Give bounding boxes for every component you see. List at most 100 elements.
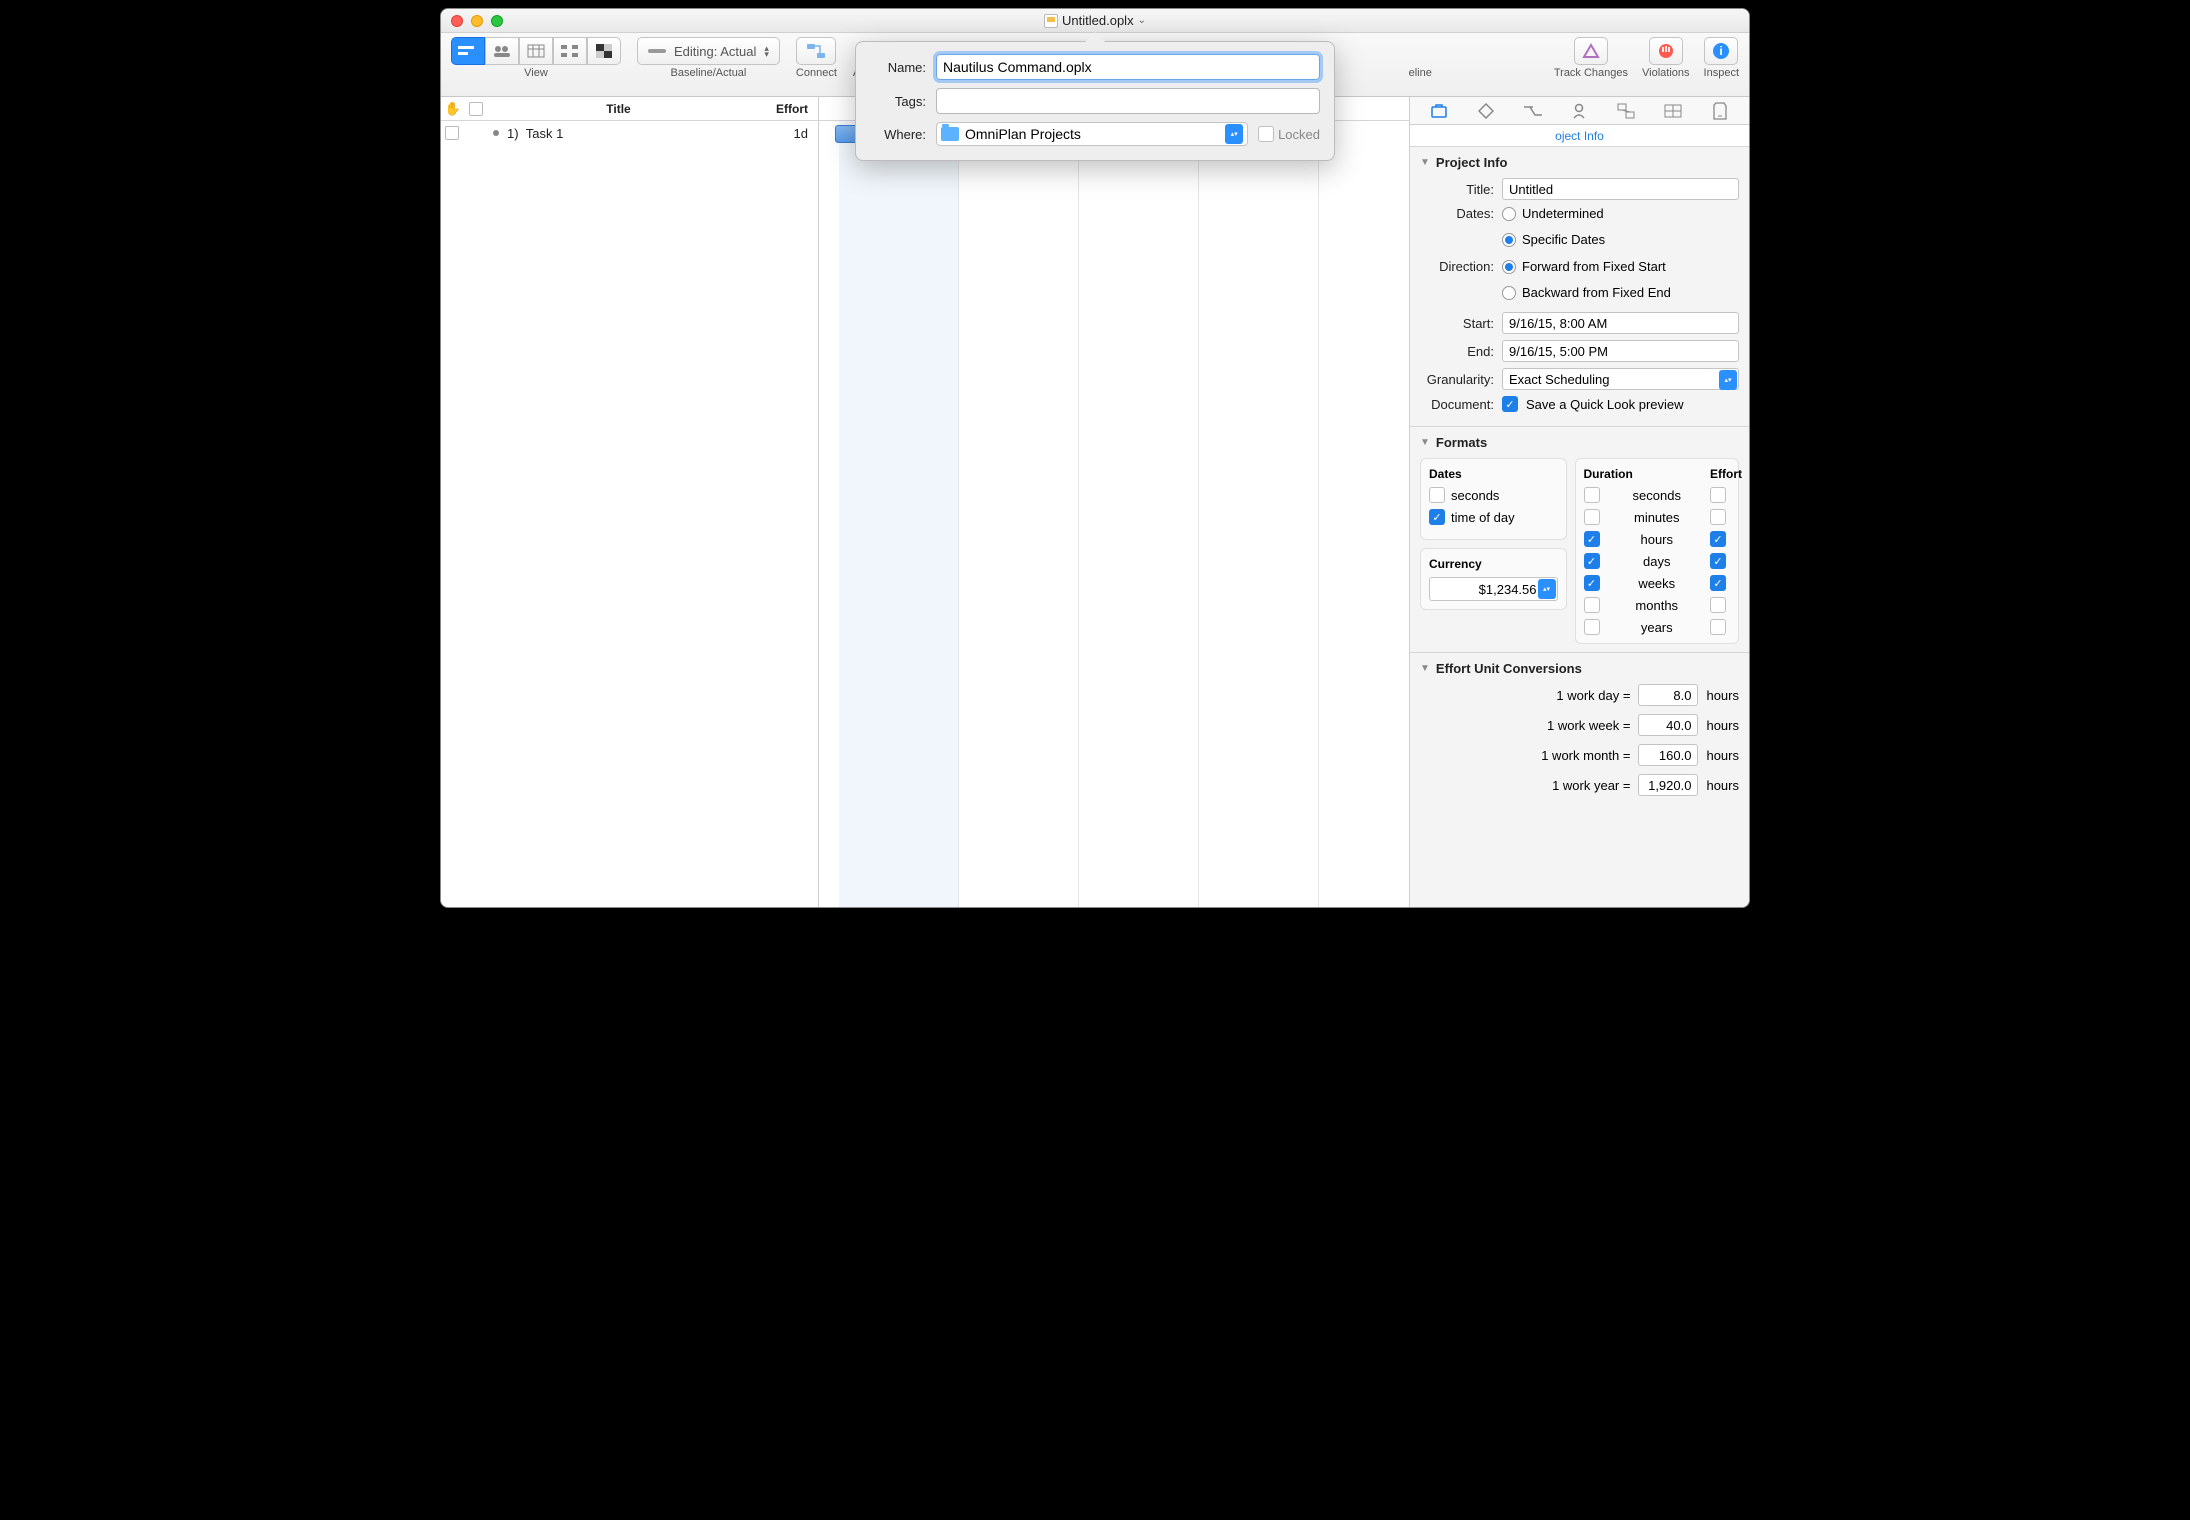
inspect-label: Inspect (1704, 67, 1739, 79)
duration-months-checkbox[interactable]: ✓ (1584, 597, 1600, 613)
duration-weeks-checkbox[interactable]: ✓ (1584, 575, 1600, 591)
section-title-formats: Formats (1436, 435, 1487, 450)
popover-where-label: Where: (870, 127, 926, 142)
disclosure-icon[interactable]: ▼ (1420, 437, 1430, 448)
effort-seconds-checkbox[interactable]: ✓ (1710, 487, 1726, 503)
view-styles-button[interactable] (587, 37, 621, 65)
direction-backward-radio[interactable] (1502, 286, 1516, 300)
duration-hours-checkbox[interactable]: ✓ (1584, 531, 1600, 547)
granularity-label: Granularity: (1420, 372, 1494, 387)
effort-days-checkbox[interactable]: ✓ (1710, 553, 1726, 569)
svg-text:i: i (1720, 44, 1723, 58)
drag-handle-icon[interactable]: ✋ (441, 101, 465, 117)
zoom-window-button[interactable] (491, 15, 503, 27)
duration-minutes-checkbox[interactable]: ✓ (1584, 509, 1600, 525)
unit-label: minutes (1612, 510, 1703, 525)
violations-button[interactable] (1649, 37, 1683, 65)
effort-hours-checkbox[interactable]: ✓ (1710, 531, 1726, 547)
dates-seconds-checkbox[interactable]: ✓ (1429, 487, 1445, 503)
dates-undetermined-radio[interactable] (1502, 207, 1516, 221)
folder-icon (941, 127, 959, 141)
project-title-input[interactable] (1502, 178, 1739, 200)
disclosure-icon[interactable]: ▼ (1420, 157, 1430, 168)
inspector-tab-attachment-icon[interactable] (1706, 100, 1734, 122)
conversion-input[interactable] (1638, 744, 1698, 766)
view-calendar-button[interactable] (519, 37, 553, 65)
dates-card-title: Dates (1429, 467, 1558, 481)
conversion-input[interactable] (1638, 714, 1698, 736)
start-label: Start: (1420, 316, 1494, 331)
unit-label: hours (1612, 532, 1703, 547)
unit-label: seconds (1612, 488, 1703, 503)
dates-specific-radio[interactable] (1502, 233, 1516, 247)
inspector-tab-dependencies-icon[interactable] (1519, 100, 1547, 122)
inspector-tab-scheduling-icon[interactable] (1612, 100, 1640, 122)
document-label: Document: (1420, 397, 1494, 412)
duration-seconds-checkbox[interactable]: ✓ (1584, 487, 1600, 503)
quicklook-checkbox[interactable]: ✓ (1502, 396, 1518, 412)
titlebar: Untitled.oplx ⌄ (441, 9, 1749, 33)
duration-years-checkbox[interactable]: ✓ (1584, 619, 1600, 635)
save-tags-input[interactable] (936, 88, 1320, 114)
row-effort: 1d (794, 126, 818, 141)
connect-button[interactable] (796, 37, 836, 65)
row-bullet-icon (493, 130, 499, 136)
app-window: Untitled.oplx ⌄ View Editing: Actual ▴▾ … (440, 8, 1750, 908)
view-resources-button[interactable] (485, 37, 519, 65)
row-note-icon[interactable] (445, 126, 459, 140)
inspector-top-label: oject Info (1410, 125, 1749, 147)
end-date-input[interactable] (1502, 340, 1739, 362)
note-column-icon[interactable] (465, 102, 487, 116)
view-gantt-button[interactable] (451, 37, 485, 65)
popover-name-label: Name: (870, 60, 926, 75)
inspector-tab-milestone-icon[interactable] (1472, 100, 1500, 122)
title-chevron-icon[interactable]: ⌄ (1138, 15, 1146, 26)
minimize-window-button[interactable] (471, 15, 483, 27)
disclosure-icon[interactable]: ▼ (1420, 663, 1430, 674)
view-network-button[interactable] (553, 37, 587, 65)
direction-forward-radio[interactable] (1502, 260, 1516, 274)
close-window-button[interactable] (451, 15, 463, 27)
section-title-project: Project Info (1436, 155, 1508, 170)
conversion-input[interactable] (1638, 774, 1698, 796)
dates-timeofday-checkbox[interactable]: ✓ (1429, 509, 1445, 525)
locked-label: Locked (1278, 127, 1320, 142)
track-changes-button[interactable] (1574, 37, 1608, 65)
inspector-tab-project-icon[interactable] (1425, 100, 1453, 122)
gantt-pane[interactable]: Sep 1 (819, 97, 1409, 907)
save-where-select[interactable]: OmniPlan Projects ▴▾ (936, 122, 1248, 146)
unit-label: weeks (1612, 576, 1703, 591)
inspector-tab-resource-icon[interactable] (1565, 100, 1593, 122)
task-row[interactable]: 1) Task 1 1d (441, 121, 818, 145)
duration-days-checkbox[interactable]: ✓ (1584, 553, 1600, 569)
inspector-tab-table-icon[interactable] (1659, 100, 1687, 122)
view-label: View (524, 67, 548, 79)
save-name-input[interactable] (936, 54, 1320, 80)
end-label: End: (1420, 344, 1494, 359)
baseline-actual-popup[interactable]: Editing: Actual ▴▾ (637, 37, 780, 65)
view-segmented-control[interactable] (451, 37, 621, 65)
currency-select[interactable]: $1,234.56 ▴▾ (1429, 577, 1558, 601)
dates-label: Dates: (1420, 206, 1494, 221)
outline-col-title[interactable]: Title (487, 102, 750, 116)
outline-col-effort[interactable]: Effort (750, 102, 818, 116)
violations-label: Violations (1642, 67, 1690, 79)
locked-checkbox[interactable] (1258, 126, 1274, 142)
row-index: 1) (507, 126, 519, 141)
effort-months-checkbox[interactable]: ✓ (1710, 597, 1726, 613)
granularity-select[interactable]: Exact Scheduling ▴▾ (1502, 368, 1739, 390)
effort-years-checkbox[interactable]: ✓ (1710, 619, 1726, 635)
connect-label: Connect (796, 67, 837, 79)
duration-col-title: Duration (1584, 467, 1703, 481)
document-icon (1044, 14, 1058, 28)
effort-weeks-checkbox[interactable]: ✓ (1710, 575, 1726, 591)
inspect-button[interactable]: i (1704, 37, 1738, 65)
document-title[interactable]: Untitled.oplx (1062, 13, 1134, 28)
section-title-conversions: Effort Unit Conversions (1436, 661, 1582, 676)
start-date-input[interactable] (1502, 312, 1739, 334)
window-controls (451, 15, 503, 27)
inspector-tabs (1410, 97, 1749, 125)
conversion-input[interactable] (1638, 684, 1698, 706)
effort-minutes-checkbox[interactable]: ✓ (1710, 509, 1726, 525)
title-label: Title: (1420, 182, 1494, 197)
